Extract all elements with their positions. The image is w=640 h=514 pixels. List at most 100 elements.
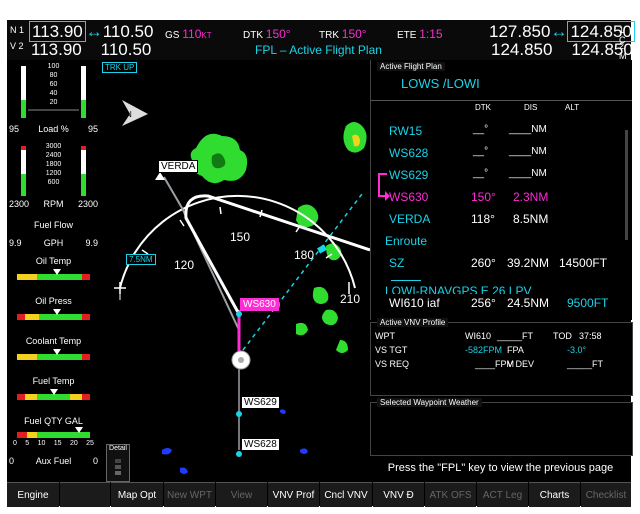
- nav-swap-arrow[interactable]: ↔: [86, 22, 103, 41]
- fuel-qty-tick-15: 15: [53, 440, 62, 447]
- fuel-qty-tick-5: 5: [25, 440, 30, 447]
- com2-active-freq[interactable]: 124.850: [491, 40, 552, 59]
- rpm-tick-3000: 3000: [45, 143, 62, 150]
- fpl-row-name: VERDA: [389, 212, 431, 226]
- fpl-row-dis: 24.5NM: [507, 296, 550, 310]
- softkey-charts[interactable]: Charts: [529, 482, 580, 507]
- nav1-active-freq[interactable]: 113.90: [29, 21, 86, 42]
- softkey-engine[interactable]: Engine: [7, 482, 59, 507]
- softkey-checklist[interactable]: Checklist: [581, 482, 631, 507]
- fuel-qty-tick-20: 20: [69, 440, 78, 447]
- nav2-label: V 2: [10, 41, 24, 51]
- fpl-row-enroute[interactable]: Enroute: [371, 234, 623, 254]
- fpl-row-dis: 39.2NM: [507, 256, 550, 270]
- fuel-qty-label: Fuel QTY GAL: [24, 416, 83, 426]
- page-title: FPL – Active Flight Plan: [255, 43, 382, 57]
- fpl-row-verda[interactable]: VERDA 118° 8.5NM: [371, 212, 623, 232]
- softkey-cncl-vnv[interactable]: Cncl VNV: [320, 482, 372, 507]
- fpl-row-rw15[interactable]: RW15 __° ____NM: [371, 124, 623, 144]
- softkey-new-wpt[interactable]: New WPT: [164, 482, 215, 507]
- detail-indicator[interactable]: Detail: [106, 444, 130, 482]
- softkey-act-leg[interactable]: ACT Leg: [477, 482, 528, 507]
- fuel-qty-gauge: [17, 427, 90, 438]
- fpl-row-sz[interactable]: SZ 260° 39.2NM 14500FT: [371, 256, 623, 276]
- trk-value: 150°: [341, 27, 367, 41]
- nav1-standby-freq[interactable]: 110.50: [103, 22, 154, 41]
- detail-label: Detail: [109, 445, 127, 452]
- nav2-standby-freq[interactable]: 110.50: [101, 40, 152, 59]
- fpl-row-alt: 14500FT: [559, 256, 608, 270]
- waypoint-label-ws629[interactable]: WS629: [241, 396, 280, 409]
- load-right-value: 95: [87, 124, 98, 134]
- fpl-row-dis: ____NM: [509, 168, 547, 179]
- waypoint-verda-symbol: [155, 172, 165, 180]
- gs-unit: KT: [201, 31, 212, 40]
- map-canvas[interactable]: [100, 60, 370, 486]
- fpl-hint-text: Press the "FPL" key to view the previous…: [387, 462, 614, 474]
- fuel-temp-label: Fuel Temp: [32, 376, 75, 386]
- waypoint-ws629-symbol: [236, 411, 242, 417]
- oil-press-gauge: [17, 309, 90, 320]
- fpl-row-dis: ____NM: [509, 146, 547, 157]
- col-dtk-header: DTK: [475, 103, 491, 112]
- fuel-flow-label: Fuel Flow: [33, 220, 73, 230]
- load-tick-20: 20: [49, 99, 58, 106]
- softkey-blank[interactable]: [60, 482, 110, 507]
- waypoint-label-ws630[interactable]: WS630: [240, 298, 279, 311]
- fpl-row-dtk: __°: [473, 124, 489, 135]
- load-tick-60: 60: [49, 81, 58, 88]
- com2-label: 2 M: [619, 41, 627, 61]
- compass-label-180: 180: [294, 248, 315, 262]
- fuel-temp-pointer: [49, 389, 58, 395]
- weather-title: Selected Waypoint Weather: [377, 398, 482, 407]
- waypoint-label-ws628[interactable]: WS628: [241, 438, 280, 451]
- map-range[interactable]: 7.5NM: [126, 254, 156, 265]
- vnv-fpa-label: FPA: [507, 345, 524, 355]
- vnv-vdev-label: V DEV: [507, 359, 535, 369]
- vnv-wpt-value: WI610: [465, 331, 492, 341]
- fpl-row-name: WS629: [389, 168, 429, 182]
- active-flight-plan-panel: Active Flight Plan LOWS /LOWI DTK DIS AL…: [370, 60, 632, 314]
- compass-label-210: 210: [340, 292, 361, 306]
- rpm-right-value: 2300: [77, 199, 98, 209]
- fpl-scrollbar[interactable]: [625, 130, 628, 240]
- fpl-row-name: RW15: [389, 124, 423, 138]
- vnv-vstgt-value: -582FPM: [465, 345, 503, 355]
- gs-value: 110: [182, 27, 202, 41]
- rpm-tick-600: 600: [47, 179, 60, 186]
- fpl-row-ws629[interactable]: WS629 __° ____NM: [371, 168, 623, 188]
- vnv-fpa-value: -3.0°: [567, 345, 587, 355]
- softkey-vnv-direct[interactable]: VNV Ð: [373, 482, 424, 507]
- fpl-row-wi610[interactable]: WI610 iaf 256° 24.5NM 9500FT: [370, 294, 632, 320]
- load-tick-100: 100: [47, 63, 60, 70]
- softkey-vnv-prof[interactable]: VNV Prof: [268, 482, 319, 507]
- ff-left-value: 9.9: [9, 238, 22, 248]
- map-orientation[interactable]: TRK UP: [102, 62, 138, 73]
- waypoint-ws628-symbol: [236, 451, 242, 457]
- dtk-value: 150°: [265, 27, 291, 41]
- fpl-row-dtk: 260°: [471, 256, 496, 270]
- softkey-map-opt[interactable]: Map Opt: [111, 482, 163, 507]
- fpl-row-ws628[interactable]: WS628 __° ____NM: [371, 146, 623, 166]
- com1-active-freq[interactable]: 127.850: [489, 22, 550, 41]
- softkey-view[interactable]: View: [216, 482, 267, 507]
- waypoint-label-verda[interactable]: VERDA: [158, 160, 199, 173]
- north-indicator-label: N: [126, 110, 132, 119]
- vnv-profile-panel: Active VNV Profile WPT WI610 _____FT TOD…: [370, 318, 633, 396]
- past-leg: [163, 176, 240, 331]
- fpl-row-ws630-active[interactable]: WS630 150° 2.3NM: [371, 190, 623, 210]
- fpl-route[interactable]: LOWS /LOWI: [401, 76, 480, 91]
- moving-map[interactable]: TRK UP N 7.5NM 120 150 180 210 VERDA WS6…: [100, 60, 370, 486]
- fpl-row-dis: 2.3NM: [513, 190, 549, 204]
- com-swap-arrow[interactable]: ↔: [550, 22, 567, 41]
- oil-press-pointer: [53, 309, 62, 315]
- trk-label: TRK: [319, 30, 339, 41]
- fpl-row-alt: 9500FT: [567, 296, 609, 310]
- rpm-left-value: 2300: [9, 199, 30, 209]
- nav2-active-freq[interactable]: 113.90: [31, 40, 82, 59]
- coolant-temp-label: Coolant Temp: [25, 336, 82, 346]
- fpl-section-title: Active Flight Plan: [377, 62, 445, 71]
- aux-fuel-right-value: 0: [92, 456, 98, 466]
- softkey-atk-ofs[interactable]: ATK OFS: [425, 482, 476, 507]
- vnv-wpt-alt: _____FT: [497, 331, 534, 341]
